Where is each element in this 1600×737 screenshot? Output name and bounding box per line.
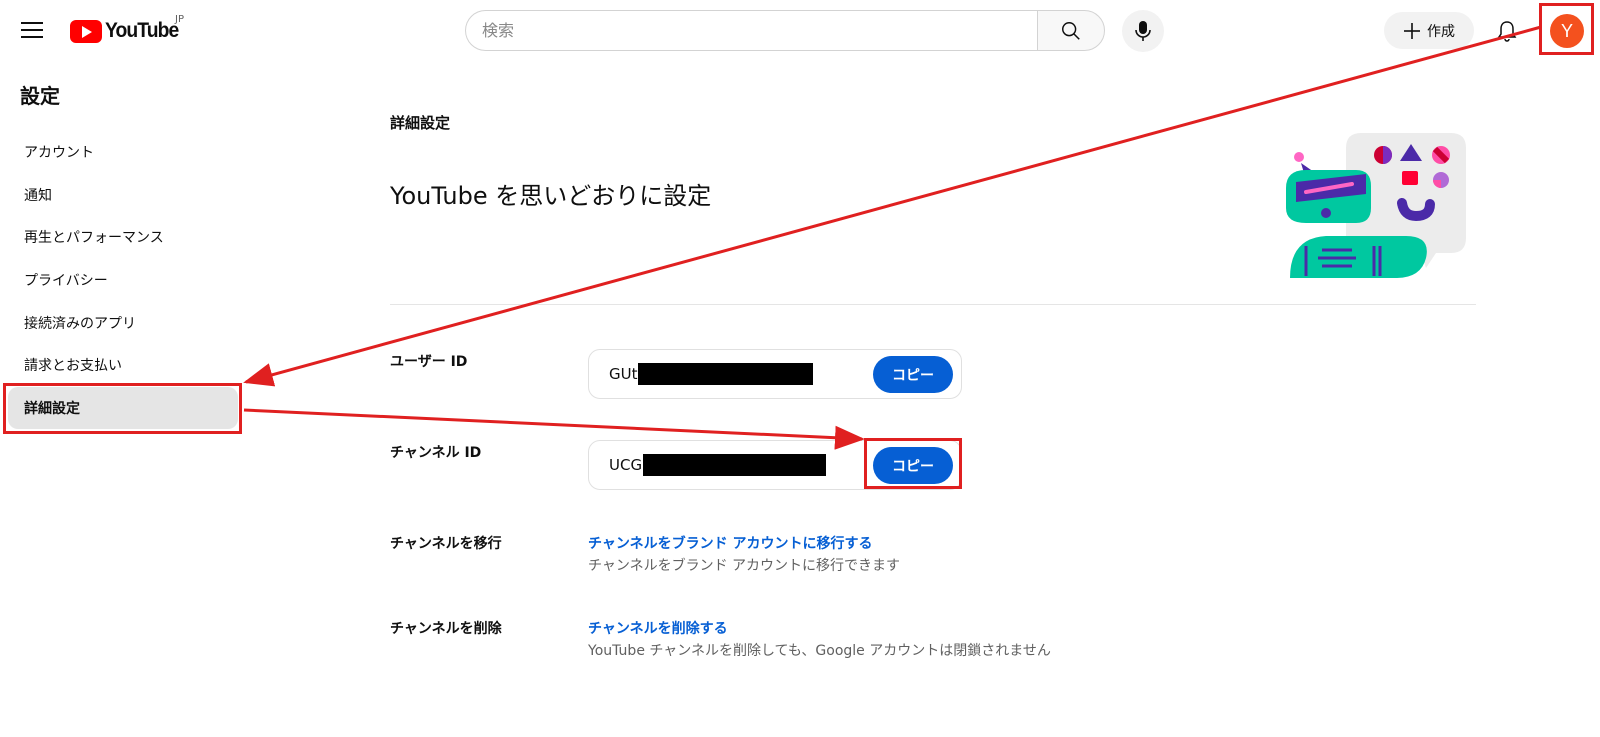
sidebar-item-label: 請求とお支払い bbox=[24, 358, 122, 374]
user-id-value: GUt bbox=[609, 365, 638, 383]
sidebar-item-account[interactable]: アカウント bbox=[8, 131, 238, 173]
sidebar-item-label: 再生とパフォーマンス bbox=[24, 230, 164, 246]
sidebar-item-label: アカウント bbox=[24, 145, 94, 161]
user-id-label: ユーザー ID bbox=[390, 354, 468, 370]
search-box[interactable] bbox=[465, 10, 1038, 51]
region-code: JP bbox=[175, 14, 184, 25]
page-title: YouTube を思いどおりに設定 bbox=[390, 182, 712, 210]
annotation-highlight-advanced bbox=[3, 383, 242, 434]
redaction-bar bbox=[638, 363, 814, 385]
plus-icon bbox=[1404, 22, 1420, 39]
delete-channel-description: YouTube チャンネルを削除しても、Google アカウントは閉鎖されません bbox=[588, 643, 1051, 659]
search-input[interactable] bbox=[482, 21, 1038, 40]
delete-channel-label: チャンネルを削除 bbox=[390, 621, 502, 637]
sidebar-item-label: 接続済みのアプリ bbox=[24, 316, 136, 332]
arrow-advanced-to-copy bbox=[243, 408, 865, 450]
menu-icon[interactable] bbox=[16, 14, 48, 46]
logo-text: YouTube bbox=[105, 19, 179, 42]
sidebar-item-label: プライバシー bbox=[24, 273, 108, 289]
delete-channel-link[interactable]: チャンネルを削除する bbox=[588, 618, 728, 638]
notifications-button[interactable] bbox=[1488, 12, 1526, 50]
sidebar-item-notifications[interactable]: 通知 bbox=[8, 174, 238, 216]
redaction-bar bbox=[643, 454, 827, 476]
search-button[interactable] bbox=[1037, 10, 1105, 51]
youtube-play-icon bbox=[70, 19, 102, 43]
top-bar: YouTube JP 作成 Y bbox=[0, 0, 1600, 62]
search-icon bbox=[1062, 21, 1080, 40]
bell-icon bbox=[1497, 21, 1517, 42]
sidebar-item-connected-apps[interactable]: 接続済みのアプリ bbox=[8, 302, 238, 344]
sidebar-item-privacy[interactable]: プライバシー bbox=[8, 259, 238, 301]
annotation-highlight-avatar bbox=[1539, 3, 1594, 55]
migrate-channel-label: チャンネルを移行 bbox=[390, 536, 502, 552]
sidebar-item-label: 通知 bbox=[24, 188, 52, 204]
channel-id-value: UCG bbox=[609, 456, 643, 474]
sidebar-item-playback[interactable]: 再生とパフォーマンス bbox=[8, 216, 238, 258]
microphone-icon bbox=[1135, 21, 1151, 41]
create-label: 作成 bbox=[1427, 23, 1455, 40]
section-heading: 詳細設定 bbox=[390, 114, 451, 132]
channel-id-label: チャンネル ID bbox=[390, 445, 482, 461]
voice-search-button[interactable] bbox=[1122, 10, 1164, 52]
section-divider bbox=[390, 304, 1476, 305]
user-id-field: GUt コピー bbox=[588, 349, 962, 399]
youtube-logo[interactable]: YouTube bbox=[70, 18, 185, 44]
settings-illustration bbox=[1286, 133, 1466, 278]
sidebar-title: 設定 bbox=[20, 84, 60, 108]
migrate-channel-link[interactable]: チャンネルをブランド アカウントに移行する bbox=[588, 533, 872, 553]
sidebar-item-billing[interactable]: 請求とお支払い bbox=[8, 344, 238, 386]
annotation-highlight-copy bbox=[864, 438, 962, 489]
migrate-channel-description: チャンネルをブランド アカウントに移行できます bbox=[588, 558, 901, 574]
create-button[interactable]: 作成 bbox=[1384, 12, 1474, 49]
copy-user-id-button[interactable]: コピー bbox=[873, 356, 953, 393]
